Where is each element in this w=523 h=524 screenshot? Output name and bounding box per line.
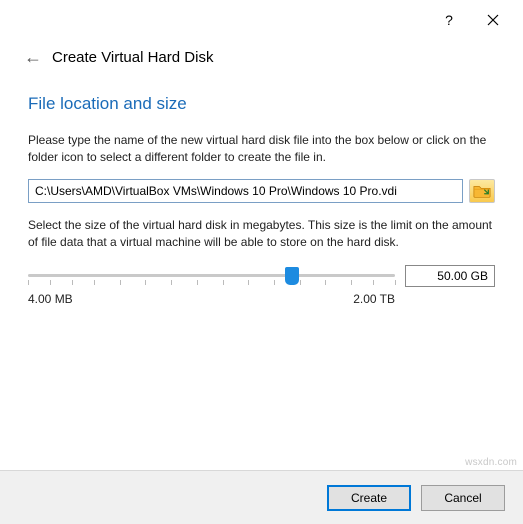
help-button[interactable]: ? bbox=[427, 4, 471, 36]
path-row bbox=[28, 179, 495, 203]
close-icon bbox=[487, 14, 499, 26]
folder-icon bbox=[473, 183, 491, 199]
slider-ticks bbox=[28, 280, 395, 286]
size-description: Select the size of the virtual hard disk… bbox=[28, 217, 495, 252]
back-arrow-icon[interactable]: ← bbox=[24, 48, 42, 66]
slider-thumb[interactable] bbox=[285, 267, 299, 285]
content-area: File location and size Please type the n… bbox=[0, 82, 523, 306]
close-button[interactable] bbox=[471, 4, 515, 36]
cancel-button[interactable]: Cancel bbox=[421, 485, 505, 511]
watermark-text: wsxdn.com bbox=[465, 457, 517, 468]
file-path-input[interactable] bbox=[28, 179, 463, 203]
size-value-box[interactable]: 50.00 GB bbox=[405, 265, 495, 287]
size-slider[interactable] bbox=[28, 264, 395, 288]
dialog-footer: Create Cancel bbox=[0, 470, 523, 524]
slider-range-labels: 4.00 MB 2.00 TB bbox=[28, 292, 495, 306]
slider-min-label: 4.00 MB bbox=[28, 292, 73, 306]
wizard-title: Create Virtual Hard Disk bbox=[52, 49, 213, 66]
section-heading: File location and size bbox=[28, 94, 495, 114]
location-description: Please type the name of the new virtual … bbox=[28, 132, 495, 167]
browse-folder-button[interactable] bbox=[469, 179, 495, 203]
slider-max-label: 2.00 TB bbox=[353, 292, 395, 306]
title-bar: ? bbox=[0, 0, 523, 40]
slider-track bbox=[28, 274, 395, 277]
size-slider-row: 50.00 GB bbox=[28, 264, 495, 288]
wizard-header: ← Create Virtual Hard Disk bbox=[0, 40, 523, 82]
create-button[interactable]: Create bbox=[327, 485, 411, 511]
